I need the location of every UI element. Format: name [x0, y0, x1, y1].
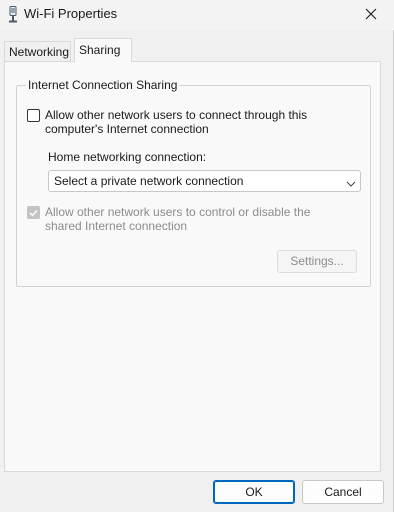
- allow-control-row: Allow other network users to control or …: [27, 205, 335, 233]
- settings-button[interactable]: Settings...: [277, 250, 357, 273]
- window-title: Wi-Fi Properties: [24, 6, 118, 21]
- chevron-down-icon: [346, 177, 356, 191]
- select-value: Select a private network connection: [54, 174, 244, 188]
- wifi-adapter-icon: [8, 6, 18, 24]
- ok-button[interactable]: OK: [213, 480, 295, 504]
- sharing-tab-panel: Internet Connection Sharing Allow other …: [4, 61, 381, 472]
- tab-networking[interactable]: Networking: [4, 41, 71, 62]
- allow-connect-checkbox[interactable]: [27, 109, 40, 122]
- allow-control-label[interactable]: Allow other network users to control or …: [45, 205, 335, 233]
- title-bar: Wi-Fi Properties: [0, 0, 394, 30]
- close-button[interactable]: [348, 0, 394, 30]
- close-icon: [365, 8, 377, 23]
- wifi-properties-dialog: Wi-Fi Properties Networking Sharing Inte…: [0, 0, 394, 512]
- home-networking-label: Home networking connection:: [48, 150, 207, 164]
- group-legend: Internet Connection Sharing: [26, 78, 180, 92]
- ics-group: Internet Connection Sharing Allow other …: [16, 78, 371, 287]
- cancel-button[interactable]: Cancel: [302, 480, 384, 504]
- allow-connect-label[interactable]: Allow other network users to connect thr…: [45, 108, 335, 136]
- tab-sharing[interactable]: Sharing: [74, 38, 132, 62]
- allow-connect-row: Allow other network users to connect thr…: [27, 108, 335, 136]
- home-connection-select[interactable]: Select a private network connection: [48, 170, 361, 192]
- allow-control-checkbox[interactable]: [27, 206, 40, 219]
